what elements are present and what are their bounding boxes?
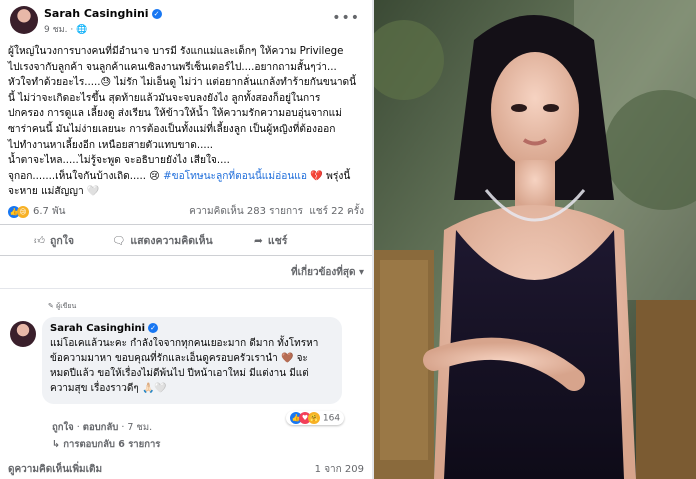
care-reaction-icon: 🤗 bbox=[308, 412, 320, 424]
author-name[interactable]: Sarah Casinghini ✓ bbox=[44, 7, 162, 20]
comment-meta: ถูกใจ · ตอบกลับ · 7 ชม. bbox=[52, 422, 153, 433]
comment-line: ข้อความมาหา ขอบคุณที่รักและเอ็นดูครอบครั… bbox=[50, 353, 308, 364]
author-name-text[interactable]: Sarah Casinghini bbox=[44, 7, 149, 20]
commenter-avatar[interactable] bbox=[10, 321, 36, 347]
share-button[interactable]: ➦ แชร์ bbox=[254, 232, 287, 249]
post-line: น้ำตาจะไหล.....ไม่รู้จะพูด จะอธิบายยังไง… bbox=[8, 155, 230, 167]
reaction-summary[interactable]: 👍😢 6.7 พัน bbox=[8, 204, 66, 219]
share-count[interactable]: แชร์ 22 ครั้ง bbox=[309, 206, 364, 217]
verified-badge-icon: ✓ bbox=[148, 323, 159, 333]
post-line: ซาร่าคนนี้ มันไม่ง่ายเลยนะ การต้องเป็นทั… bbox=[8, 123, 336, 135]
comment-label: แสดงความคิดเห็น bbox=[130, 235, 213, 247]
post-line-text: จุกอก.......เห็นใจกันบ้างเถิด..... 😢 bbox=[8, 170, 160, 182]
portrait-photo bbox=[374, 0, 696, 479]
view-more-comments-link[interactable]: ดูความคิดเห็นเพิ่มเติม bbox=[8, 464, 102, 475]
comment-sort-dropdown[interactable]: ที่เกี่ยวข้องที่สุด ▾ bbox=[291, 265, 364, 280]
comments-footer: ดูความคิดเห็นเพิ่มเติม 1 จาก 209 bbox=[8, 462, 364, 477]
comment-time[interactable]: 7 ชม. bbox=[127, 422, 152, 433]
thumbs-up-icon: 👍︎ bbox=[34, 235, 45, 247]
like-label: ถูกใจ bbox=[49, 235, 74, 247]
post-time-text[interactable]: 9 ชม. bbox=[44, 25, 68, 35]
comment-reaction-count: 164 bbox=[322, 413, 341, 424]
post-stats: 👍😢 6.7 พัน ความคิดเห็น 283 รายการ แชร์ 22… bbox=[8, 202, 366, 220]
comment-share-counts: ความคิดเห็น 283 รายการ แชร์ 22 ครั้ง bbox=[189, 204, 364, 219]
post-line: ไปเรงจากับลูกค้า จนลูกค้าแคนเซิลงานพรีเซ… bbox=[8, 61, 337, 73]
post-line-tail: 💔 พรุ่งนี้ bbox=[310, 170, 351, 182]
comment-line: แม่โอเคแล้วนะคะ กำลังใจจากทุกคนเยอะมาก ด… bbox=[50, 338, 319, 349]
woman-portrait-image bbox=[374, 0, 696, 479]
ellipsis-icon[interactable]: ••• bbox=[332, 10, 360, 26]
post-line: ปกครอง การดูแล เลี้ยงดู ส่งเรียน ให้ข้าว… bbox=[8, 108, 342, 120]
like-button[interactable]: 👍︎ ถูกใจ bbox=[34, 232, 74, 249]
globe-icon: 🌐 bbox=[76, 25, 88, 35]
verified-badge-icon: ✓ bbox=[151, 9, 162, 19]
view-replies-link[interactable]: ↳ การตอบกลับ 6 รายการ bbox=[52, 437, 160, 452]
post-action-bar: 👍︎ ถูกใจ 🗨︎ แสดงความคิดเห็น ➦ แชร์ bbox=[0, 224, 372, 256]
chevron-down-icon: ▾ bbox=[358, 267, 364, 278]
author-badge: ✎ ผู้เขียน bbox=[48, 302, 77, 310]
comment-reactions[interactable]: 👍 ♥ 🤗 164 bbox=[286, 411, 345, 425]
commenter-name-text[interactable]: Sarah Casinghini bbox=[50, 323, 145, 334]
facebook-post-panel: Sarah Casinghini ✓ 9 ชม. · 🌐 ••• ผู้ใหญ่ใ… bbox=[0, 0, 372, 479]
comment-sort-label[interactable]: ที่เกี่ยวข้องที่สุด bbox=[291, 267, 355, 278]
comment-bubble: Sarah Casinghini ✓ แม่โอเคแล้วนะคะ กำลังใ… bbox=[42, 317, 342, 404]
speech-bubble-icon: 🗨︎ bbox=[112, 235, 126, 247]
comment-text: แม่โอเคแล้วนะคะ กำลังใจจากทุกคนเยอะมาก ด… bbox=[50, 336, 334, 396]
post-header: Sarah Casinghini ✓ 9 ชม. · 🌐 ••• bbox=[8, 4, 368, 36]
comment-count[interactable]: ความคิดเห็น 283 รายการ bbox=[189, 206, 303, 217]
post-line: ผู้ใหญ่ในวงการบางคนที่มีอำนาจ บารมี รังแ… bbox=[8, 46, 344, 57]
comment-line: ความสุข เรื่องราวดีๆ 🙏🏻🤍 bbox=[50, 383, 167, 394]
comment-reply-link[interactable]: ตอบกลับ bbox=[83, 422, 119, 433]
comment-section: ✎ ผู้เขียน Sarah Casinghini ✓ แม่โอเคแล้ว… bbox=[0, 288, 372, 457]
post-line: นี้ ไม่ว่าจะเกิดอะไรขึ้น สุดท้ายแล้วมันจ… bbox=[8, 92, 321, 104]
sad-reaction-icon: 😢 bbox=[17, 205, 29, 218]
post-body: ผู้ใหญ่ในวงการบางคนที่มีอำนาจ บารมี รังแ… bbox=[8, 44, 364, 200]
post-line: หัวใจทำด้วยอะไร.....😓 ไม่รัก ไม่เอ็นดู ไ… bbox=[8, 77, 357, 89]
comment-pager: 1 จาก 209 bbox=[314, 464, 364, 475]
post-line: จะหาย แม่สัญญา 🤍 bbox=[8, 186, 100, 198]
commenter-name[interactable]: Sarah Casinghini ✓ bbox=[50, 323, 334, 334]
share-label: แชร์ bbox=[267, 235, 288, 247]
share-arrow-icon: ➦ bbox=[254, 235, 263, 247]
author-avatar[interactable] bbox=[10, 6, 38, 34]
hashtag-link[interactable]: #ขอโทษนะลูกที่ตอนนี้แม่อ่อนแอ bbox=[163, 171, 307, 182]
post-line: ไปทำงานหาเลี้ยงอีก เหนือยสายตัวแทบขาด...… bbox=[8, 139, 214, 151]
post-time[interactable]: 9 ชม. · 🌐 bbox=[44, 22, 87, 36]
comment-button[interactable]: 🗨︎ แสดงความคิดเห็น bbox=[112, 232, 213, 249]
comment-line: หมดปีแล้ว ขอให้เรื่องไม่ดีพ้นไป ปีหน้าเอ… bbox=[50, 368, 309, 379]
reaction-count[interactable]: 6.7 พัน bbox=[33, 206, 66, 217]
comment-like-link[interactable]: ถูกใจ bbox=[52, 422, 74, 433]
post-line-with-hashtag: จุกอก.......เห็นใจกันบ้างเถิด..... 😢 #ขอ… bbox=[8, 169, 364, 185]
